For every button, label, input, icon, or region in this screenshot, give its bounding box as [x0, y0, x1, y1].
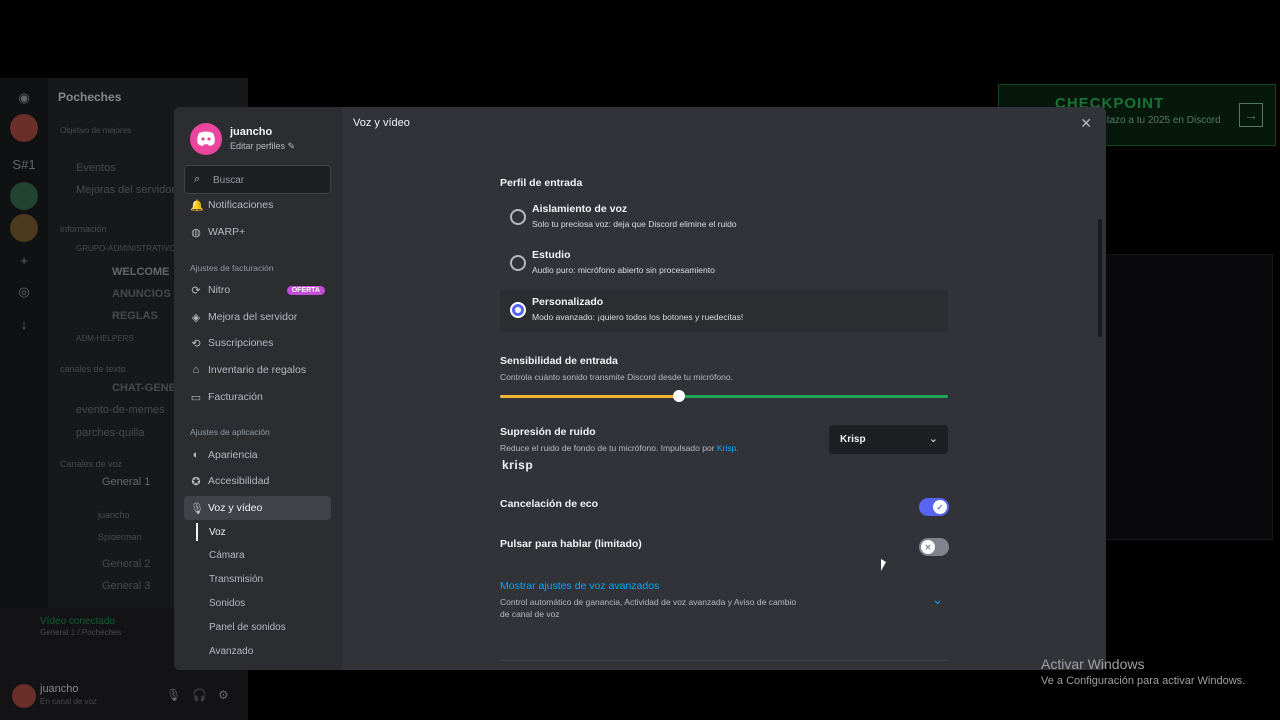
advanced-voice-settings-desc: Control automático de ganancia, Activida… [500, 597, 797, 619]
nav-item-accessibility[interactable]: ✪ Accesibilidad [184, 469, 331, 493]
close-icon[interactable]: ✕ [1080, 115, 1092, 132]
windows-activation-watermark: Activar Windows Ve a Configuración para … [1041, 656, 1245, 687]
boost-icon: ◈ [191, 311, 201, 324]
nav-label: Inventario de regalos [208, 364, 307, 376]
option-title: Estudio [532, 249, 571, 261]
offer-badge: OFERTA [286, 285, 325, 295]
nav-label: Suscripciones [208, 337, 274, 349]
subnav-avanzado[interactable]: Avanzado [209, 646, 253, 657]
echo-cancellation-heading: Cancelación de eco [500, 498, 599, 510]
push-to-talk-toggle[interactable]: ✕ [919, 538, 949, 556]
page-title: Voz y vídeo [353, 117, 410, 129]
x-icon: ✕ [921, 540, 935, 554]
app-section-heading: Ajustes de aplicación [190, 427, 270, 437]
divider [500, 660, 948, 661]
search-input[interactable] [213, 172, 323, 188]
billing-section-heading: Ajustes de facturación [190, 263, 274, 273]
nav-item-subscriptions[interactable]: ⟲ Suscripciones [184, 331, 331, 355]
input-profile-option[interactable]: Estudio Audio puro: micrófono abierto si… [500, 243, 948, 285]
noise-suppression-desc: Reduce el ruido de fondo de tu micrófono… [500, 443, 739, 453]
settings-search[interactable]: ⌕ [184, 165, 331, 194]
echo-cancellation-toggle[interactable]: ✓ [919, 498, 949, 516]
subnav-camara[interactable]: Cámara [209, 550, 245, 561]
subnav-panel-sonidos[interactable]: Panel de sonidos [209, 622, 286, 633]
option-desc: Modo avanzado: ¡quiero todos los botones… [532, 312, 744, 322]
card-icon: ▭ [190, 391, 202, 404]
chevron-down-icon: ⌄ [928, 433, 938, 445]
edit-profiles-label: Editar perfiles [230, 141, 286, 151]
check-icon: ✓ [933, 500, 947, 514]
krisp-link[interactable]: Krisp. [717, 443, 739, 453]
noise-suppression-heading: Supresión de ruido [500, 426, 596, 438]
nav-label: Voz y vídeo [208, 502, 263, 514]
scrollbar[interactable] [1098, 219, 1102, 337]
globe-icon: ◍ [191, 226, 201, 239]
input-profile-option[interactable]: Aislamiento de voz Solo tu preciosa voz:… [500, 197, 948, 239]
nav-item-voice-video[interactable]: 🎙 Voz y vídeo [184, 496, 331, 520]
nav-label: Accesibilidad [208, 475, 270, 487]
nav-item-server-boost[interactable]: ◈ Mejora del servidor [184, 305, 331, 329]
input-profile-option-selected[interactable]: Personalizado Modo avanzado: ¡quiero tod… [500, 290, 948, 332]
edit-profiles-link[interactable]: Editar perfiles ✎ [230, 141, 295, 152]
nav-label: WARP+ [208, 226, 246, 238]
nav-label: Apariencia [208, 449, 258, 461]
noise-desc-text: Reduce el ruido de fondo de tu micrófono… [500, 443, 715, 453]
advanced-voice-settings-link[interactable]: Mostrar ajustes de voz avanzados [500, 580, 659, 592]
nav-label: Facturación [208, 391, 263, 403]
search-icon: ⌕ [194, 173, 201, 185]
settings-sidebar: juancho Editar perfiles ✎ ⌕ 🔔 Notificacio… [174, 107, 342, 670]
nav-item-nitro[interactable]: ⟳ Nitro OFERTA [184, 278, 331, 302]
nav-item-billing[interactable]: ▭ Facturación [184, 385, 331, 409]
settings-modal: juancho Editar perfiles ✎ ⌕ 🔔 Notificacio… [174, 107, 1106, 670]
radio-button-selected[interactable] [510, 302, 526, 318]
push-to-talk-heading: Pulsar para hablar (limitado) [500, 538, 642, 550]
active-subitem-indicator [196, 523, 198, 541]
noise-suppression-select[interactable]: Krisp ⌄ [829, 425, 948, 454]
mouse-cursor [881, 559, 886, 571]
settings-content: Voz y vídeo ✕ Perfil de entrada Aislamie… [342, 107, 1106, 670]
palette-icon: ◐ [192, 449, 200, 461]
sensitivity-slider[interactable] [500, 390, 948, 402]
subnav-voz[interactable]: Voz [209, 527, 226, 538]
subscriptions-icon: ⟲ [191, 337, 201, 350]
bell-icon: 🔔 [190, 199, 204, 212]
input-profile-heading: Perfil de entrada [500, 177, 583, 189]
watermark-title: Activar Windows [1041, 656, 1145, 672]
sensitivity-desc: Controla cuánto sonido transmite Discord… [500, 372, 733, 382]
profile-name: juancho [230, 126, 273, 138]
option-title: Personalizado [532, 296, 604, 308]
subnav-sonidos[interactable]: Sonidos [209, 598, 245, 609]
krisp-logo: krisp [502, 458, 534, 472]
nitro-icon: ⟳ [191, 284, 201, 297]
avatar[interactable] [190, 123, 222, 155]
slider-thumb[interactable] [673, 390, 686, 402]
select-value: Krisp [840, 434, 866, 445]
nav-item-notificaciones[interactable]: 🔔 Notificaciones [184, 193, 331, 217]
window-top-area [0, 0, 1280, 78]
slider-fill [500, 395, 680, 398]
sensitivity-heading: Sensibilidad de entrada [500, 355, 618, 367]
subnav-transmision[interactable]: Transmisión [209, 574, 263, 585]
nav-label: Nitro [208, 284, 231, 296]
discord-logo-icon [197, 131, 215, 146]
nav-label: Mejora del servidor [208, 311, 298, 323]
pencil-icon: ✎ [287, 141, 296, 151]
nav-item-gift-inventory[interactable]: ⌂ Inventario de regalos [184, 358, 331, 382]
radio-button[interactable] [510, 209, 526, 225]
microphone-icon: 🎙 [190, 502, 204, 515]
accessibility-icon: ✪ [191, 475, 201, 488]
option-desc: Audio puro: micrófono abierto sin proces… [532, 265, 715, 275]
watermark-text: Ve a Configuración para activar Windows. [1041, 675, 1246, 687]
radio-button[interactable] [510, 255, 526, 271]
chevron-down-icon[interactable]: ⌄ [932, 592, 943, 608]
nav-item-warp[interactable]: ◍ WARP+ [184, 220, 331, 244]
nav-label: Notificaciones [208, 199, 274, 211]
option-desc: Solo tu preciosa voz: deja que Discord e… [532, 219, 737, 229]
nav-item-appearance[interactable]: ◐ Apariencia [184, 443, 331, 467]
gift-icon: ⌂ [192, 364, 200, 376]
option-title: Aislamiento de voz [532, 203, 628, 215]
